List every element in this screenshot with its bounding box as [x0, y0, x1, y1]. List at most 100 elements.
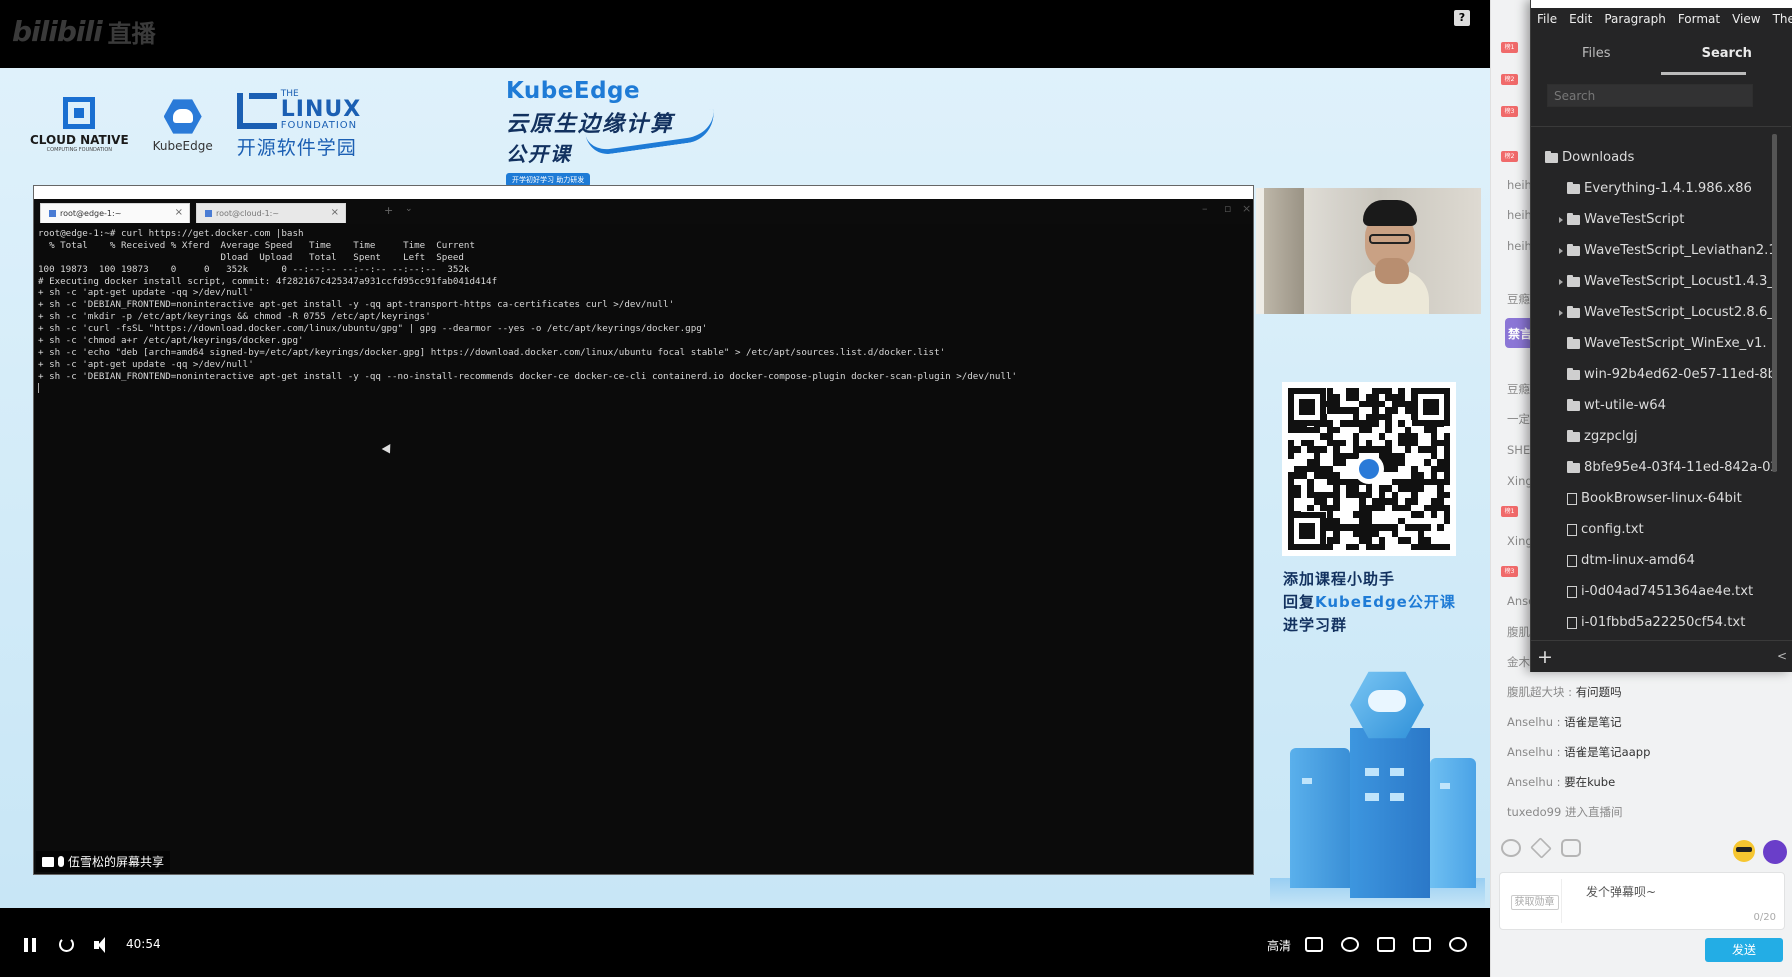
terminal-line: + sh -c 'apt-get update -qq >/dev/null': [38, 358, 254, 370]
minimize-icon[interactable]: –: [1202, 202, 1208, 215]
tree-item-label: dtm-linux-amd64: [1581, 553, 1695, 568]
tree-folder-item[interactable]: 8bfe95e4-03f4-11ed-842a-02: [1559, 452, 1777, 483]
add-file-icon[interactable]: +: [1537, 646, 1553, 668]
terminal-line: + sh -c 'mkdir -p /etc/apt/keyrings && c…: [38, 311, 431, 323]
chat-message: 腹肌: [1507, 625, 1530, 639]
refresh-icon[interactable]: [59, 937, 74, 952]
video-stage[interactable]: CLOUD NATIVE COMPUTING FOUNDATION KubeEd…: [0, 68, 1490, 908]
tab-files[interactable]: Files: [1531, 32, 1662, 76]
tab-search[interactable]: Search: [1662, 32, 1792, 76]
tree-item-label: i-01fbbd5a22250cf54.txt: [1581, 615, 1746, 630]
caret-right-icon[interactable]: [1559, 278, 1563, 285]
file-tree-scrollbar[interactable]: [1772, 134, 1777, 472]
chat-username[interactable]: Anselhu: [1507, 715, 1553, 729]
danmaku-input-box[interactable]: 获取勋章 发个弹幕呗~ 0/20: [1499, 872, 1785, 930]
tree-item-label: 8bfe95e4-03f4-11ed-842a-02: [1584, 460, 1777, 475]
quality-button[interactable]: 高清: [1267, 937, 1291, 954]
pip-icon[interactable]: [1305, 937, 1323, 952]
feedback-icon[interactable]: ?: [1454, 10, 1470, 26]
cloud-native-text: CLOUD NATIVE: [30, 133, 129, 147]
cloud-native-icon: [63, 97, 96, 129]
bilibili-logo-mark: bilibili: [12, 15, 103, 48]
tree-folder-item[interactable]: Downloads: [1545, 142, 1634, 173]
get-medal-button[interactable]: 获取勋章: [1508, 879, 1562, 923]
danmaku-settings-icon[interactable]: [1341, 937, 1359, 952]
window-close-icon[interactable]: ×: [1242, 202, 1251, 215]
tree-item-label: WaveTestScript_Leviathan2.1: [1584, 243, 1777, 258]
tree-folder-item[interactable]: wt-utile-w64: [1559, 390, 1666, 421]
chevron-down-icon[interactable]: ⌄: [405, 204, 413, 214]
get-medal-label: 获取勋章: [1510, 895, 1559, 910]
menu-format[interactable]: Format: [1678, 12, 1720, 28]
new-tab-icon[interactable]: +: [384, 204, 393, 217]
tree-folder-item[interactable]: WaveTestScript_WinExe_v1.: [1559, 328, 1767, 359]
tree-file-item[interactable]: config.txt: [1559, 514, 1644, 545]
cloud-native-logo: CLOUD NATIVE COMPUTING FOUNDATION: [30, 97, 129, 153]
menu-edit[interactable]: Edit: [1569, 12, 1592, 28]
tree-file-item[interactable]: dtm-linux-amd64: [1559, 545, 1695, 576]
tree-folder-item[interactable]: win-92b4ed62-0e57-11ed-8b: [1559, 359, 1776, 390]
chat-toolbar: [1501, 837, 1581, 859]
volume-icon[interactable]: [94, 937, 110, 953]
chat-history-icon[interactable]: [1561, 839, 1581, 857]
entry-notice: tuxedo99 进入直播间: [1507, 805, 1623, 819]
tree-item-label: config.txt: [1581, 522, 1644, 537]
tree-folder-item[interactable]: Everything-1.4.1.986.x86: [1559, 173, 1752, 204]
menu-paragraph[interactable]: Paragraph: [1604, 12, 1665, 28]
terminal-line: 100 19873 100 19873 0 0 352k 0 --:--:-- …: [38, 263, 470, 275]
tree-folder-item[interactable]: WaveTestScript: [1559, 204, 1684, 235]
danmaku-toggle-icon[interactable]: [1377, 937, 1395, 952]
emoji-icon[interactable]: [1733, 840, 1755, 862]
close-icon[interactable]: ×: [331, 207, 339, 218]
chat-text: 语雀是笔记: [1564, 715, 1622, 729]
tree-folder-item[interactable]: WaveTestScript_Locust1.4.3_: [1559, 266, 1774, 297]
palette-icon[interactable]: [1501, 839, 1521, 857]
chat-username[interactable]: Anselhu: [1507, 745, 1553, 759]
collapse-sidebar-icon[interactable]: <: [1777, 649, 1787, 663]
fan-club-icon[interactable]: [1763, 840, 1787, 864]
close-icon[interactable]: ×: [175, 207, 183, 218]
char-count: 0/20: [1753, 912, 1776, 923]
menu-file[interactable]: File: [1537, 12, 1557, 28]
presenter-webcam: [1256, 188, 1481, 314]
tree-file-item[interactable]: BookBrowser-linux-64bit: [1559, 483, 1742, 514]
menu-view[interactable]: View: [1732, 12, 1760, 28]
tree-item-label: zgzpclgj: [1584, 429, 1638, 444]
tree-folder-item[interactable]: WaveTestScript_Locust2.8.6_: [1559, 297, 1774, 328]
caret-right-icon[interactable]: [1559, 247, 1563, 254]
tree-item-label: BookBrowser-linux-64bit: [1581, 491, 1742, 506]
terminal-cursor: [38, 382, 39, 393]
tree-file-item[interactable]: i-01fbbd5a22250cf54.txt: [1559, 607, 1745, 632]
caret-right-icon[interactable]: [1559, 216, 1563, 223]
terminal-tab-edge[interactable]: root@edge-1:~ ×: [40, 203, 190, 223]
tree-item-label: WaveTestScript_WinExe_v1.: [1584, 336, 1767, 351]
chat-message: Xing: [1507, 474, 1533, 488]
active-tab-indicator: [1661, 72, 1746, 75]
tree-folder-item[interactable]: zgzpclgj: [1559, 421, 1638, 452]
danmaku-input[interactable]: 发个弹幕呗~: [1586, 883, 1656, 900]
terminal-output[interactable]: root@edge-1:~# curl https://get.docker.c…: [34, 224, 1253, 874]
chat-username[interactable]: Anselhu: [1507, 775, 1553, 789]
terminal-tab-cloud[interactable]: root@cloud-1:~ ×: [196, 203, 346, 223]
send-button[interactable]: 发送: [1705, 938, 1783, 962]
fan-badge: 榜3: [1501, 106, 1518, 117]
caret-right-icon[interactable]: [1559, 309, 1563, 316]
chat-message: Anselhu : 语雀是笔记aapp: [1507, 745, 1651, 759]
kubeedge-icon: [1354, 454, 1384, 484]
tree-file-item[interactable]: i-0d04ad7451364ae4e.txt: [1559, 576, 1753, 607]
menu-themes[interactable]: Themes: [1773, 12, 1792, 28]
tree-item-label: i-0d04ad7451364ae4e.txt: [1581, 584, 1754, 599]
file-icon: [1567, 492, 1577, 505]
folder-icon: [1567, 274, 1580, 287]
search-input[interactable]: Search: [1547, 84, 1753, 107]
file-icon: [1567, 585, 1577, 598]
tree-folder-item[interactable]: WaveTestScript_Leviathan2.1: [1559, 235, 1777, 266]
chat-username[interactable]: 腹肌超大块: [1507, 685, 1565, 699]
maximize-icon[interactable]: ▫: [1224, 202, 1231, 215]
pause-icon[interactable]: [24, 938, 36, 952]
folder-icon: [1567, 429, 1580, 442]
fullscreen-icon[interactable]: [1449, 937, 1467, 952]
web-fullscreen-icon[interactable]: [1413, 937, 1431, 952]
fan-badge: 榜1: [1501, 42, 1518, 53]
gift-icon[interactable]: [1530, 837, 1552, 859]
